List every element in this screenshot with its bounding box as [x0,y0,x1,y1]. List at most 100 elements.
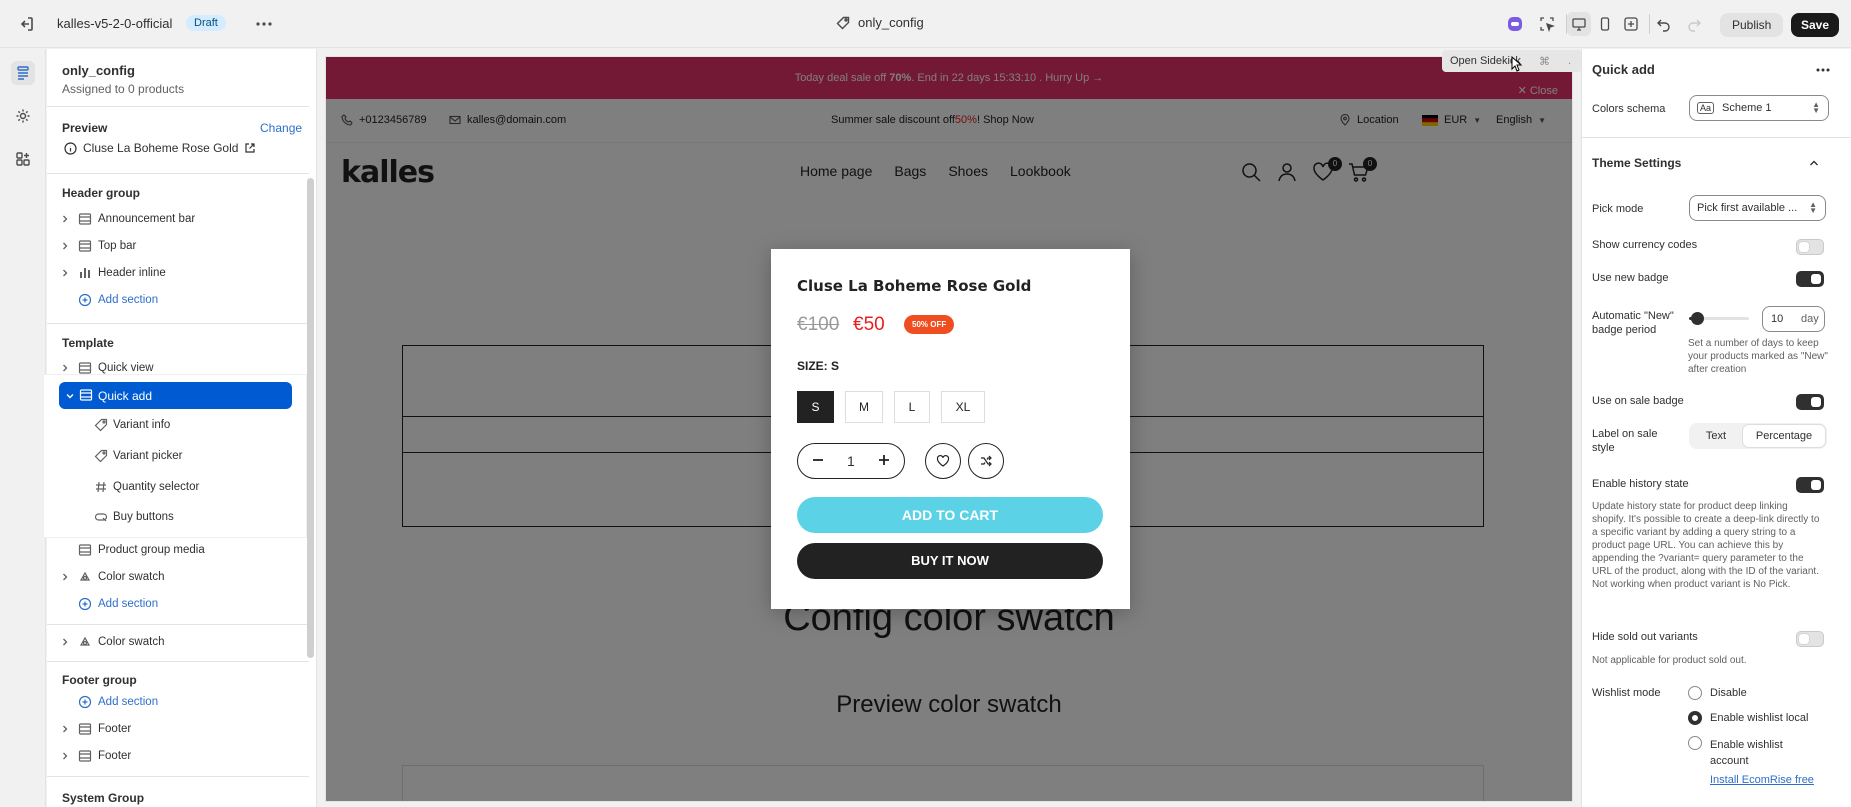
section-color-swatch[interactable]: Color swatch [47,565,309,589]
publish-button[interactable]: Publish [1720,13,1784,37]
history-state-toggle[interactable] [1796,477,1824,493]
section-layout-icon [78,750,92,762]
chevron-down-icon[interactable] [65,391,75,401]
label-sale-style-label: Label on sale style [1592,428,1658,454]
wishlist-radio-disable[interactable] [1688,686,1702,700]
chevron-right-icon[interactable] [60,363,70,373]
inspector-icon[interactable] [1535,12,1559,36]
preview-heading: Preview [62,121,108,135]
template-title: only_config [62,63,135,78]
plus-circle-icon [78,597,92,611]
fullscreen-icon[interactable] [1619,12,1643,36]
bar-chart-icon [80,268,90,278]
divider [1649,14,1650,34]
section-top-bar[interactable]: Top bar [47,234,309,258]
more-options-icon[interactable] [1813,60,1833,80]
add-section-footer[interactable]: Add section [47,690,309,714]
chevron-right-icon[interactable] [60,637,70,647]
chevron-right-icon[interactable] [60,572,70,582]
section-label: Quick add [98,389,153,403]
size-option-xl[interactable]: XL [941,391,985,423]
add-section-header[interactable]: Add section [47,288,309,312]
save-button[interactable]: Save [1791,13,1840,37]
plus-icon[interactable] [876,452,892,468]
chevron-right-icon[interactable] [60,241,70,251]
block-label: Variant picker [113,450,183,462]
preview-product[interactable]: Cluse La Boheme Rose Gold [64,141,256,155]
use-sale-badge-toggle[interactable] [1796,394,1824,410]
template-selector[interactable]: only_config [836,15,924,30]
hide-sold-out-toggle[interactable] [1796,631,1824,647]
wishlist-option-label[interactable]: Enable wishlist local [1710,712,1808,724]
desktop-view-icon[interactable] [1567,12,1591,36]
chevron-right-icon[interactable] [60,214,70,224]
compare-button[interactable] [968,443,1004,479]
buy-it-now-button[interactable]: BUY IT NOW [797,543,1103,579]
colors-schema-select[interactable]: Aa Scheme 1 ▲ ▼ [1689,95,1829,121]
info-icon [64,141,77,155]
hash-icon [96,481,106,493]
minus-icon[interactable] [810,452,826,468]
undo-icon[interactable] [1652,12,1676,36]
block-variant-picker[interactable]: Variant picker [47,444,297,468]
mobile-view-icon[interactable] [1593,12,1617,36]
add-to-wishlist-button[interactable] [925,443,961,479]
block-quantity-selector[interactable]: Quantity selector [47,475,297,499]
pick-mode-select[interactable]: Pick first available ... ▲ ▼ [1689,195,1826,221]
divider [47,661,309,662]
add-section-template[interactable]: Add section [47,592,309,616]
hide-sold-out-help: Not applicable for product sold out. [1592,655,1747,666]
show-currency-toggle[interactable] [1796,239,1824,255]
theme-settings-heading[interactable]: Theme Settings [1592,156,1681,170]
modal-product-title[interactable]: Cluse La Boheme Rose Gold [797,277,1031,295]
wishlist-option-label[interactable]: Disable [1710,687,1747,699]
section-header-inline[interactable]: Header inline [47,261,309,285]
segment-percentage[interactable]: Percentage [1743,425,1825,447]
theme-settings-icon[interactable] [11,104,35,128]
quick-add-modal: Cluse La Boheme Rose Gold €100 €50 50% O… [771,249,1130,609]
size-label: SIZE: S [797,359,840,373]
sections-scrollbar[interactable] [307,178,314,658]
section-footer[interactable]: Footer [47,717,309,741]
chevron-up-icon[interactable] [1808,157,1820,169]
wishlist-radio-account[interactable] [1688,736,1702,750]
section-layout-icon [78,362,92,374]
sidekick-icon[interactable] [1503,12,1527,36]
block-buy-buttons[interactable]: Buy buttons [47,505,297,529]
section-color-swatch-2[interactable]: Color swatch [47,630,309,654]
section-announcement-bar[interactable]: Announcement bar [47,207,309,231]
sale-price: €50 [853,314,885,335]
sections-icon[interactable] [11,61,35,85]
wishlist-radio-local[interactable] [1688,711,1702,725]
chevron-right-icon[interactable] [60,751,70,761]
install-ecomrise-link[interactable]: Install EcomRise free [1710,774,1814,786]
size-option-m[interactable]: M [845,391,883,423]
select-arrows-icon: ▲ ▼ [1812,100,1820,115]
compare-price: €100 [797,314,840,335]
block-variant-info[interactable]: Variant info [47,413,297,437]
change-preview-link[interactable]: Change [260,121,302,135]
new-badge-period-input[interactable]: 10 day [1762,306,1825,332]
use-new-badge-toggle[interactable] [1796,271,1824,287]
segment-text[interactable]: Text [1689,423,1743,449]
more-actions-icon[interactable] [254,14,274,34]
top-bar: kalles-v5-2-0-official Draft only_config… [0,0,1851,48]
section-footer-2[interactable]: Footer [47,744,309,768]
exit-icon[interactable] [16,14,36,34]
chevron-right-icon[interactable] [60,268,70,278]
redo-icon[interactable] [1682,12,1706,36]
external-link-icon[interactable] [244,142,256,154]
preview-product-name: Cluse La Boheme Rose Gold [83,141,239,155]
section-product-group-media[interactable]: Product group media [47,538,309,562]
chevron-right-icon[interactable] [60,724,70,734]
size-option-l[interactable]: L [894,391,930,423]
wishlist-option-label[interactable]: Enable wishlist account [1710,737,1800,769]
quantity-value[interactable]: 1 [847,453,855,469]
slider-handle[interactable] [1691,312,1704,325]
size-option-s[interactable]: S [797,391,834,423]
new-badge-period-slider[interactable] [1689,312,1749,325]
swatch-icon [79,636,91,646]
apps-icon[interactable] [11,147,35,171]
add-to-cart-button[interactable]: ADD TO CART [797,497,1103,533]
section-quick-add[interactable]: Quick add [59,382,292,409]
